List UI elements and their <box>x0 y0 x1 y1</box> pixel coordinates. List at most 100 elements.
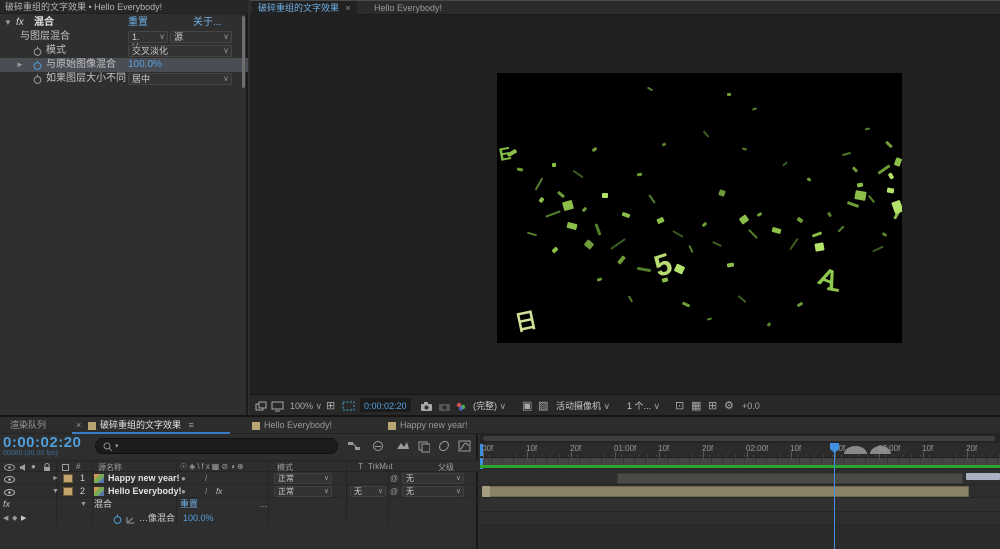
collapse-arrow-icon[interactable]: ▼ <box>52 485 59 498</box>
t-header[interactable]: T <box>358 462 363 471</box>
pixel-aspect-icon[interactable]: ⊡ <box>675 395 684 417</box>
eye-icon[interactable] <box>4 476 15 483</box>
keyframe-next-icon[interactable]: ▶ <box>21 512 26 525</box>
timeline-search-input[interactable]: ▾ <box>95 438 338 454</box>
audio-icon[interactable] <box>19 463 28 472</box>
effect-controls-tab[interactable]: 破碎重组的文字效果 • Hello Everybody! <box>0 0 248 14</box>
motion-blur-icon[interactable] <box>417 440 430 454</box>
collapse-arrow-icon[interactable]: ▼ <box>80 498 87 511</box>
brainstorm-icon[interactable] <box>438 440 450 454</box>
property-value[interactable]: 100.0% <box>183 512 214 525</box>
layer-label-chip[interactable] <box>63 487 73 496</box>
eye-icon[interactable] <box>4 464 15 471</box>
parent-pickwhip-icon[interactable]: @ <box>390 472 398 485</box>
more-options[interactable]: ... <box>260 498 268 511</box>
mode-dropdown[interactable]: 正常 ∨ <box>274 486 332 497</box>
transparency-grid-icon[interactable]: ▨ <box>538 395 548 417</box>
timeline-tab[interactable]: Happy new year! <box>388 417 468 434</box>
layer-name[interactable]: Happy new year! <box>108 472 180 485</box>
fx-switch[interactable]: fx <box>216 485 222 498</box>
toolbar-timecode[interactable]: 0:00:02:20 <box>360 398 411 412</box>
layer-in-handle[interactable] <box>482 486 490 497</box>
solo-icon[interactable]: ● <box>31 462 36 471</box>
mini-flowchart-icon[interactable] <box>347 440 361 454</box>
quality-icon[interactable]: ● <box>181 472 186 485</box>
parent-pickwhip-icon[interactable]: @ <box>390 485 398 498</box>
target-region-icon[interactable]: ▣ <box>522 395 532 417</box>
blend-source-dropdown[interactable]: 源 ∨ <box>170 31 232 43</box>
effect-name[interactable]: 混合 <box>94 498 112 511</box>
quality-switch[interactable]: / <box>205 472 207 485</box>
reset-link[interactable]: 重置 <box>128 16 148 30</box>
lock-icon[interactable] <box>43 463 51 472</box>
parent-dropdown[interactable]: 无 ∨ <box>402 486 464 497</box>
layer-out-handle[interactable] <box>966 473 1000 480</box>
eye-icon[interactable] <box>4 489 15 496</box>
panel-menu-icon[interactable]: ≡ <box>189 420 194 430</box>
playhead-line[interactable] <box>834 443 835 549</box>
reset-link[interactable]: 重置 <box>180 498 198 511</box>
navigator-bar[interactable] <box>483 436 995 441</box>
track-row-1[interactable] <box>480 472 1000 485</box>
close-icon[interactable]: × <box>346 3 351 13</box>
blend-layer-dropdown[interactable]: 1. Happy∨ <box>128 31 168 52</box>
quality-switch[interactable]: / <box>205 485 207 498</box>
quality-icon[interactable]: ● <box>181 485 186 498</box>
timeline-graph-icon[interactable]: ⊞ <box>708 395 717 417</box>
camera-view-dropdown[interactable]: 活动摄像机 ∨ <box>556 395 610 417</box>
navigator-left-handle[interactable] <box>480 444 483 456</box>
composition-viewer[interactable]: 5AE日 <box>497 73 902 343</box>
effect-name[interactable]: 混合 <box>34 16 54 30</box>
frame-blend-icon[interactable] <box>396 440 410 454</box>
time-navigator[interactable] <box>480 434 1000 443</box>
size-differ-dropdown[interactable]: 居中 ∨ <box>128 73 232 85</box>
param-value[interactable]: 100.0% <box>128 58 162 72</box>
exposure-value[interactable]: +0.0 <box>742 395 760 417</box>
label-icon[interactable] <box>61 463 70 472</box>
layer-row-1[interactable]: ► 1 Happy new year! ● / 正常 ∨ @ 无 ∨ <box>0 472 478 485</box>
work-area-bar[interactable] <box>480 458 1000 465</box>
zoom-level-dropdown[interactable]: 100% ∨ <box>290 395 322 417</box>
layer-duration-bar[interactable] <box>482 486 969 497</box>
layer-number-header[interactable]: # <box>76 462 80 471</box>
blend-original-row[interactable]: ► 与原始图像混合 100.0% <box>0 58 248 72</box>
view-layout-dropdown[interactable]: 1 个... ∨ <box>627 395 660 417</box>
comp-tab[interactable]: Hello Everybody! <box>368 1 448 15</box>
layer-duration-bar[interactable] <box>617 473 963 484</box>
effect-group-row[interactable]: fx ▼ 混合 重置 ... <box>0 498 478 512</box>
graph-toggle-icon[interactable] <box>126 516 135 524</box>
layer-name[interactable]: Hello Everybody! <box>108 485 182 498</box>
keyframe-diamond-icon[interactable]: ◆ <box>12 512 17 525</box>
expand-arrow-icon[interactable]: ► <box>52 472 59 485</box>
effect-property-row[interactable]: ◀ ◆ ▶ …像混合 100.0% <box>0 512 478 526</box>
layer-label-chip[interactable] <box>63 474 73 483</box>
grid-options-icon[interactable]: ⊞ <box>326 395 335 417</box>
current-timecode[interactable]: 0:00:02:20 <box>3 434 81 451</box>
expand-arrow-icon[interactable]: ► <box>16 58 24 72</box>
track-row-2[interactable] <box>480 485 1000 498</box>
collapse-arrow-icon[interactable]: ▼ <box>4 16 12 30</box>
render-queue-tab[interactable]: 渲染队列 <box>10 417 46 434</box>
shy-icon[interactable] <box>372 440 385 454</box>
timeline-tab[interactable]: Hello Everybody! <box>252 417 332 434</box>
mode-dropdown[interactable]: 交叉淡化 ∨ <box>128 45 232 57</box>
graph-editor-icon[interactable] <box>458 440 471 454</box>
trkmat-dropdown[interactable]: 无 ∨ <box>350 486 386 497</box>
about-link[interactable]: 关于... <box>193 16 221 30</box>
switches-header[interactable]: ☉◈\fx▦⊘◑⊕ <box>180 462 246 471</box>
stopwatch-icon-active[interactable] <box>113 514 122 524</box>
resolution-dropdown[interactable]: (完整) ∨ <box>473 395 506 417</box>
stopwatch-icon-active[interactable] <box>33 60 42 70</box>
mode-dropdown[interactable]: 正常 ∨ <box>274 473 332 484</box>
scrollbar[interactable] <box>242 16 245 88</box>
stopwatch-icon[interactable] <box>33 46 42 56</box>
stopwatch-icon[interactable] <box>33 74 42 84</box>
parent-dropdown[interactable]: 无 ∨ <box>402 473 464 484</box>
layer-row-2[interactable]: ▼ 2 Hello Everybody! ● / fx 正常 ∨ 无 ∨ @ 无 ∨ <box>0 485 478 498</box>
fx-badge-icon[interactable]: fx <box>16 16 24 30</box>
property-name[interactable]: …像混合 <box>139 512 175 525</box>
fast-previews-icon[interactable]: ▦ <box>691 395 701 417</box>
time-ruler[interactable]: 00f10f20f01:00f10f20f02:00f10f20f03:00f1… <box>480 443 1000 458</box>
exposure-reset-icon[interactable]: ⚙ <box>724 395 734 417</box>
comp-tab-active[interactable]: 破碎重组的文字效果 × <box>252 1 357 15</box>
